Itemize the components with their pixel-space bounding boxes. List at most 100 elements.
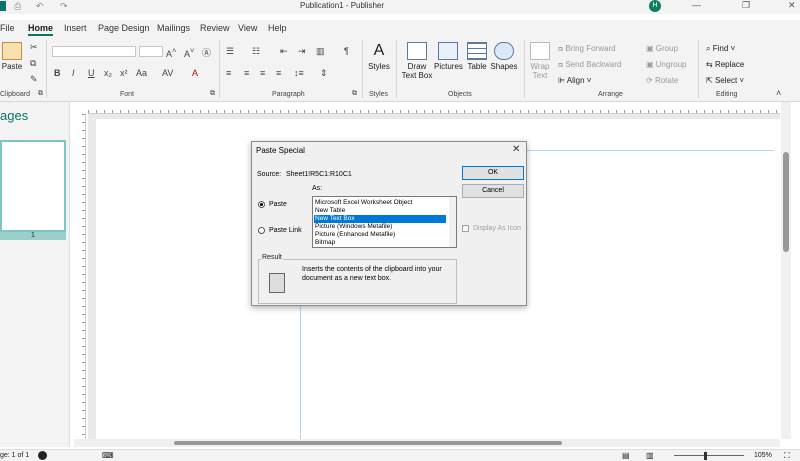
list-item[interactable]: New Table	[314, 207, 446, 215]
rotate-button[interactable]: ⟳ Rotate	[646, 76, 679, 85]
ungroup-button[interactable]: ▣ Ungroup	[646, 60, 686, 69]
single-page-view-icon[interactable]: ▤	[622, 451, 630, 460]
dialog-close-icon[interactable]: ✕	[512, 144, 520, 155]
minimize-icon[interactable]: —	[692, 0, 701, 10]
zoom-level[interactable]: 105%	[754, 452, 772, 459]
styles-button[interactable]: A Styles	[366, 42, 392, 71]
superscript-icon[interactable]: x²	[120, 68, 128, 78]
display-as-icon-checkbox[interactable]	[462, 225, 469, 232]
clipboard-launcher-icon[interactable]: ⧉	[38, 90, 43, 98]
pictures-button[interactable]: Pictures	[434, 42, 463, 71]
tab-insert[interactable]: Insert	[64, 23, 87, 33]
paste-link-radio-label[interactable]: Paste Link	[269, 227, 302, 234]
subscript-icon[interactable]: x₂	[104, 68, 112, 78]
increase-indent-icon[interactable]: ⇥	[298, 46, 306, 57]
paste-link-radio[interactable]	[258, 227, 265, 234]
replace-label: Replace	[714, 60, 745, 69]
fit-page-icon[interactable]: ⛶	[784, 451, 790, 461]
paste-as-listbox[interactable]: Microsoft Excel Worksheet Object New Tab…	[312, 196, 457, 248]
character-spacing-icon[interactable]: AV	[162, 68, 173, 78]
font-color-icon[interactable]: A	[192, 68, 198, 78]
two-page-view-icon[interactable]: ▥	[646, 451, 654, 460]
list-item[interactable]: Bitmap	[314, 239, 446, 247]
font-size-dropdown[interactable]	[139, 46, 163, 57]
vertical-scroll-thumb[interactable]	[783, 152, 789, 252]
zoom-slider[interactable]	[674, 455, 744, 456]
italic-icon[interactable]: I	[72, 68, 75, 78]
ok-button[interactable]: OK	[462, 166, 524, 180]
restore-icon[interactable]: ❐	[742, 0, 750, 11]
keyboard-icon[interactable]: ⌨	[102, 451, 114, 460]
clear-formatting-icon[interactable]: Ⓐ	[202, 46, 211, 59]
horizontal-ruler[interactable]	[88, 102, 780, 114]
record-icon[interactable]	[38, 451, 47, 460]
list-item[interactable]: Microsoft Excel Worksheet Object	[314, 199, 446, 207]
bullets-icon[interactable]: ☰	[226, 46, 234, 57]
underline-icon[interactable]: U	[88, 68, 95, 78]
tab-home[interactable]: Home	[28, 23, 54, 36]
tab-mailings[interactable]: Mailings	[157, 23, 190, 33]
font-launcher-icon[interactable]: ⧉	[210, 90, 215, 98]
paste-radio[interactable]	[258, 201, 265, 208]
change-case-icon[interactable]: Aa	[136, 68, 147, 78]
collapse-ribbon-icon[interactable]: ˄	[776, 88, 781, 98]
show-formatting-icon[interactable]: ¶	[344, 46, 349, 56]
paste-button[interactable]: Paste	[0, 42, 24, 71]
separator	[396, 40, 397, 98]
align-right-icon[interactable]: ≡	[260, 68, 265, 78]
save-icon[interactable]: ⎙	[14, 1, 21, 12]
copy-icon[interactable]: ⧉	[30, 58, 36, 69]
paragraph-spacing-icon[interactable]: ⇕	[320, 68, 328, 79]
bring-forward-button[interactable]: ⧈ Bring Forward	[558, 44, 616, 54]
align-left-icon[interactable]: ≡	[226, 68, 231, 78]
align-button[interactable]: ⊫ Align ˅	[558, 76, 591, 85]
format-painter-icon[interactable]: ✎	[30, 74, 38, 85]
send-backward-button[interactable]: ⧈ Send Backward	[558, 60, 621, 70]
horizontal-scroll-thumb[interactable]	[174, 441, 562, 445]
zoom-slider-thumb[interactable]	[704, 452, 707, 460]
paste-radio-label[interactable]: Paste	[269, 201, 287, 208]
table-icon	[467, 42, 487, 60]
dialog-title: Paste Special	[256, 146, 305, 155]
list-item-selected[interactable]: New Text Box	[314, 215, 446, 223]
cut-icon[interactable]: ✂	[30, 42, 38, 53]
shrink-font-icon[interactable]: A˅	[184, 46, 194, 59]
line-spacing-icon[interactable]: ↕≡	[294, 68, 304, 78]
vertical-ruler[interactable]	[74, 114, 86, 439]
page-indicator[interactable]: ge: 1 of 1	[0, 452, 29, 459]
bold-icon[interactable]: B	[54, 68, 61, 78]
group-label-clipboard: Clipboard	[0, 91, 30, 98]
tab-view[interactable]: View	[238, 23, 257, 33]
group-button[interactable]: ▣ Group	[646, 44, 678, 53]
numbering-icon[interactable]: ☷	[252, 46, 260, 57]
tab-file[interactable]: File	[0, 23, 15, 33]
justify-icon[interactable]: ≡	[276, 68, 281, 78]
listbox-scrollbar[interactable]	[449, 197, 456, 247]
draw-text-box-button[interactable]: Draw Text Box	[400, 42, 434, 80]
font-name-dropdown[interactable]	[52, 46, 136, 57]
tab-review[interactable]: Review	[200, 23, 230, 33]
tab-page-design[interactable]: Page Design	[98, 23, 150, 33]
grow-font-icon[interactable]: A˄	[166, 46, 176, 59]
tab-help[interactable]: Help	[268, 23, 287, 33]
find-button[interactable]: ⌕ Find ˅	[706, 44, 735, 54]
user-avatar[interactable]: H	[649, 0, 661, 12]
columns-icon[interactable]: ▥	[316, 46, 325, 57]
decrease-indent-icon[interactable]: ⇤	[280, 46, 288, 57]
select-button[interactable]: ⇱ Select ˅	[706, 76, 744, 85]
cancel-button[interactable]: Cancel	[462, 184, 524, 198]
undo-icon[interactable]: ↶	[36, 1, 44, 12]
close-window-icon[interactable]: ✕	[788, 0, 796, 11]
align-center-icon[interactable]: ≡	[244, 68, 249, 78]
page-thumbnail[interactable]	[0, 140, 66, 232]
horizontal-scrollbar[interactable]	[74, 439, 780, 447]
paragraph-launcher-icon[interactable]: ⧉	[352, 90, 357, 98]
table-button[interactable]: Table	[464, 42, 490, 71]
vertical-scrollbar[interactable]	[781, 102, 791, 439]
shapes-button[interactable]: Shapes	[490, 42, 518, 71]
list-item[interactable]: Picture (Enhanced Metafile)	[314, 231, 446, 239]
redo-icon[interactable]: ↷	[60, 1, 68, 12]
list-item[interactable]: Picture (Windows Metafile)	[314, 223, 446, 231]
wrap-text-button[interactable]: Wrap Text	[528, 42, 552, 80]
replace-button[interactable]: ⇆ Replace	[706, 60, 744, 69]
